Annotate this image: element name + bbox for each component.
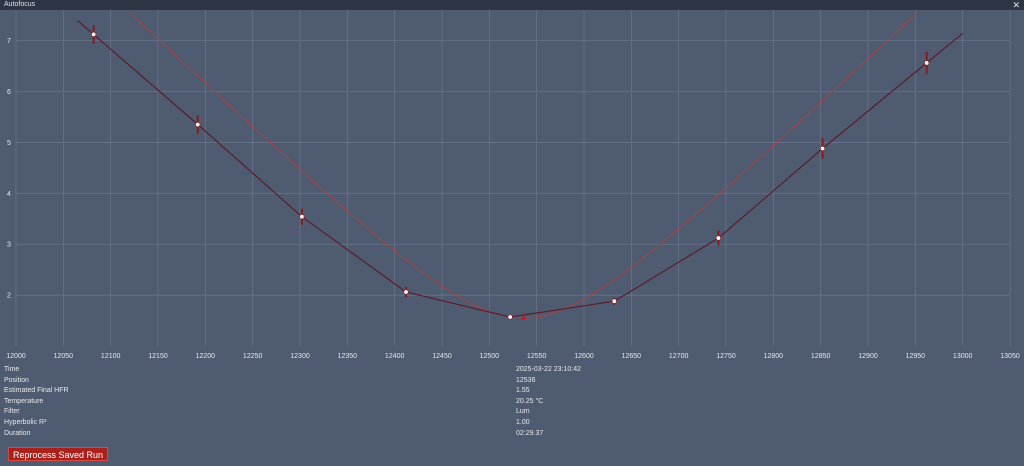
x-tick-label: 12500 [480, 353, 500, 360]
x-tick-label: 12600 [574, 353, 594, 360]
x-tick-label: 13050 [1000, 353, 1020, 360]
detail-label: Estimated Final HFR [4, 387, 69, 395]
detail-row-temperature: Temperature 20.25 °C [4, 398, 1020, 409]
x-tick-label: 12150 [148, 353, 168, 360]
chart-grid [15, 10, 1011, 346]
detail-value: 02:29.37 [516, 429, 544, 437]
x-tick-label: 12950 [906, 353, 926, 360]
autofocus-chart: 12000 12050 12100 12150 12200 12250 12300 12350… [6, 10, 1020, 360]
detail-value: 20.25 °C [516, 397, 544, 405]
x-tick-label: 12700 [669, 353, 689, 360]
x-tick-label: 12550 [527, 353, 547, 360]
detail-row-filter: Filter Lum [4, 408, 1020, 419]
chart-marks [91, 25, 930, 320]
x-axis-ticks: 12000 12050 12100 12150 12200 12250 12300 12350… [6, 353, 1020, 360]
autofocus-details: Time 2025-03-22 23:10:42 Position 12536 … [4, 366, 1020, 440]
detail-label: Filter [4, 408, 20, 416]
detail-value: 1.55 [516, 387, 530, 395]
detail-row-time: Time 2025-03-22 23:10:42 [4, 366, 1020, 377]
detail-row-estimated-final-hfr: Estimated Final HFR 1.55 [4, 387, 1020, 398]
data-point [715, 235, 721, 241]
data-point [299, 214, 305, 220]
x-tick-label: 12750 [716, 353, 736, 360]
x-tick-label: 12100 [101, 353, 121, 360]
y-tick-label: 2 [7, 293, 11, 300]
x-tick-label: 12350 [338, 353, 358, 360]
x-tick-label: 12300 [290, 353, 310, 360]
title-bar: Autofocus ✕ [0, 0, 1024, 10]
close-icon[interactable]: ✕ [1012, 0, 1020, 10]
x-tick-label: 12850 [811, 353, 831, 360]
detail-row-position: Position 12536 [4, 377, 1020, 388]
x-tick-label: 12050 [54, 353, 74, 360]
trendline [77, 20, 964, 318]
window-title: Autofocus [4, 1, 36, 8]
y-axis-ticks: 2 3 4 5 6 7 [7, 38, 11, 300]
detail-value: 2025-03-22 23:10:42 [516, 366, 581, 373]
fit-minimum-point [521, 316, 526, 320]
data-point [820, 145, 826, 151]
x-tick-label: 12400 [385, 353, 405, 360]
y-tick-label: 5 [7, 140, 11, 147]
detail-label: Position [4, 376, 29, 384]
y-tick-label: 6 [7, 89, 11, 96]
detail-value: Lum [516, 408, 530, 416]
data-point [403, 289, 409, 295]
x-tick-label: 12250 [243, 353, 263, 360]
data-point [507, 314, 513, 320]
x-tick-label: 12000 [6, 353, 26, 360]
data-point [195, 122, 201, 128]
detail-value: 12536 [516, 376, 536, 384]
x-tick-label: 12900 [858, 353, 878, 360]
hyperbolic-fit-line [129, 12, 916, 319]
x-tick-label: 12450 [432, 353, 452, 360]
data-point [611, 298, 617, 304]
y-tick-label: 7 [7, 38, 11, 45]
detail-label: Time [4, 366, 20, 373]
x-tick-label: 12650 [622, 353, 642, 360]
detail-value: 1.00 [516, 418, 530, 426]
y-tick-label: 3 [7, 242, 11, 249]
x-tick-label: 12200 [196, 353, 216, 360]
reprocess-saved-run-button[interactable]: Reprocess Saved Run [8, 447, 109, 461]
detail-label: Duration [4, 429, 31, 437]
detail-label: Temperature [4, 397, 44, 405]
detail-row-duration: Duration 02:29.37 [4, 430, 1020, 441]
x-tick-label: 12800 [764, 353, 784, 360]
detail-row-hyperbolic-r2: Hyperbolic R² 1.00 [4, 419, 1020, 430]
y-tick-label: 4 [7, 191, 11, 198]
x-tick-label: 13000 [953, 353, 973, 360]
chart-lines [77, 12, 964, 319]
data-point [91, 31, 97, 37]
detail-label: Hyperbolic R² [4, 418, 47, 426]
data-point [924, 60, 930, 66]
